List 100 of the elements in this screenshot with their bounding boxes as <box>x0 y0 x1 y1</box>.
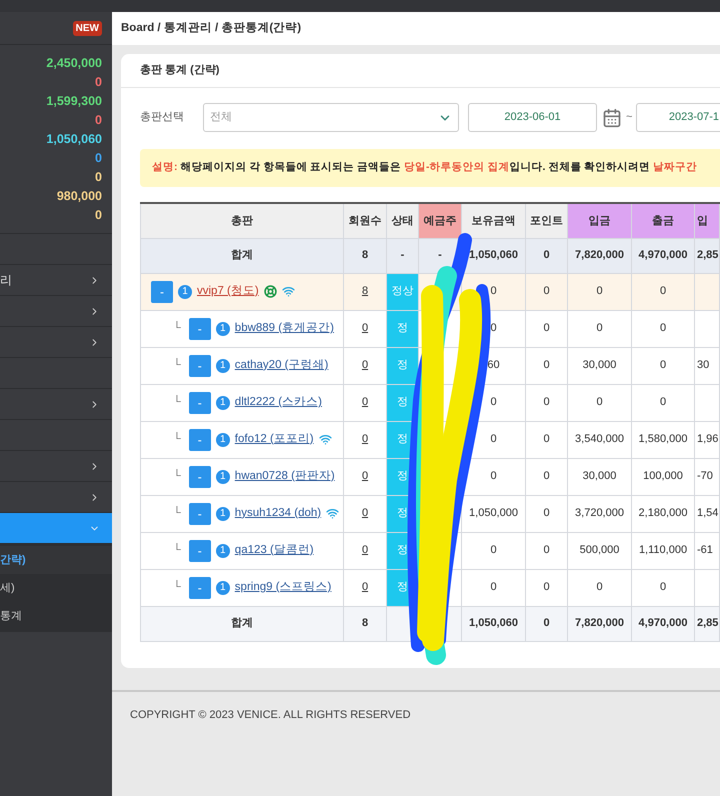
status-badge: 정 <box>387 348 418 384</box>
table-cell: 3,720,000 <box>568 495 632 532</box>
partner-link[interactable]: bbw889 (휴게공간) <box>234 320 334 338</box>
table-cell: - <box>386 238 418 273</box>
level-badge: 1 <box>216 544 230 558</box>
table-cell: 1,54 <box>694 495 720 532</box>
member-count-link[interactable]: 0 <box>362 470 368 482</box>
table-cell: 0 <box>462 532 526 569</box>
partner-link[interactable]: hysuh1234 (doh) <box>234 504 322 522</box>
column-header: 예금주 <box>418 203 462 238</box>
submenu-item[interactable]: 통계 <box>0 602 112 630</box>
tree-branch: └ <box>173 357 181 374</box>
calendar-icon[interactable] <box>602 108 622 128</box>
table-cell: 0 <box>568 310 632 347</box>
new-badge: NEW <box>72 20 102 36</box>
table-cell: 0 <box>526 421 568 458</box>
stat-value: 0 <box>95 112 102 129</box>
table-cell: 100,000 <box>632 458 694 495</box>
stat-value: 0 <box>95 169 102 186</box>
column-header: 출금 <box>632 203 694 238</box>
date-from-field[interactable]: 2023-06-01 <box>468 103 597 132</box>
table-cell: 4,970,000 <box>632 238 694 273</box>
table-cell: 합계 <box>140 238 344 273</box>
table-cell: 7,820,000 <box>568 606 632 641</box>
table-cell: 0 <box>462 458 526 495</box>
table-cell: 0 <box>632 347 694 384</box>
tree-branch: └ <box>173 505 181 522</box>
member-count-link[interactable]: 0 <box>362 359 368 372</box>
table-cell <box>694 310 720 347</box>
tree-branch: └ <box>173 468 181 484</box>
table-cell: -70 <box>694 458 720 495</box>
column-header: 입 <box>694 203 720 238</box>
table-cell: 1,580,000 <box>632 421 694 458</box>
partner-link[interactable]: cathay20 (구렁쇄) <box>234 356 328 374</box>
table-cell: 8 <box>344 238 386 273</box>
level-badge: 1 <box>216 432 230 446</box>
column-header: 포인트 <box>526 203 568 238</box>
table-cell: 2,85 <box>694 238 720 273</box>
stat-value: 1,599,300 <box>46 93 102 110</box>
member-count-link[interactable]: 0 <box>362 433 368 446</box>
partner-link[interactable]: qa123 (달콤런) <box>234 542 314 560</box>
partner-link[interactable]: hwan0728 (판판자) <box>234 468 335 486</box>
table-cell <box>694 273 720 310</box>
table-cell: 0 <box>526 458 568 495</box>
level-badge: 1 <box>216 580 230 594</box>
table-cell: 0 <box>526 384 568 421</box>
menu-item[interactable] <box>0 513 112 544</box>
level-badge: 1 <box>216 358 230 372</box>
table-cell: 500,000 <box>568 532 632 569</box>
notice-text: 설명: 해당페이지의 각 항목들에 표시되는 금액들은 당일-하루동안의 집계입니다. 전체를 확인하시려면 날짜구간 <box>152 160 698 176</box>
tree-branch: └ <box>173 320 181 336</box>
partner-link[interactable]: spring9 (스프링스) <box>234 578 332 596</box>
submenu-item[interactable]: 세) <box>0 574 112 602</box>
tree-branch: └ <box>173 542 181 558</box>
table-cell: 7,820,000 <box>568 238 632 273</box>
card-title: 총판 통계 (간략) <box>140 63 220 78</box>
menu-item[interactable]: 리 <box>0 265 112 296</box>
stat-value: 1,050,060 <box>46 131 102 148</box>
table-cell: 0 <box>526 347 568 384</box>
column-header: 총판 <box>140 203 344 238</box>
table-cell: 1,110,000 <box>632 532 694 569</box>
table-cell: 합계 <box>140 606 344 641</box>
table-cell: 1,050,060 <box>462 238 526 273</box>
table-cell <box>694 384 720 421</box>
member-count-link[interactable]: 0 <box>362 507 368 520</box>
table-cell: 1,050,060 <box>462 606 526 641</box>
submenu-item[interactable]: 간략) <box>0 546 112 574</box>
level-badge: 1 <box>216 470 230 484</box>
level-badge: 1 <box>216 322 230 336</box>
table-cell: 2,85 <box>694 606 720 641</box>
member-count-link[interactable]: 0 <box>362 322 368 334</box>
table-cell: 0 <box>462 569 526 606</box>
level-badge: 1 <box>178 284 192 298</box>
member-count-link[interactable]: 0 <box>362 581 368 594</box>
table-cell: 0 <box>526 569 568 606</box>
table-cell: -61 <box>694 532 720 569</box>
table-cell: 0 <box>632 310 694 347</box>
table-cell: 1,96 <box>694 421 720 458</box>
partner-link[interactable]: dltl2222 (스카스) <box>234 394 322 412</box>
partner-link[interactable]: fofo12 (포포리) <box>234 430 314 448</box>
member-count-link[interactable]: 8 <box>362 285 368 298</box>
date-to-field[interactable]: 2023-07-1 <box>636 103 720 132</box>
table-cell: 0 <box>526 310 568 347</box>
copyright-text: COPYRIGHT © 2023 VENICE. ALL RIGHTS RESERVED <box>130 708 411 720</box>
stat-value: 0 <box>95 74 102 91</box>
member-count-link[interactable]: 0 <box>362 544 368 556</box>
tree-branch: └ <box>173 394 181 410</box>
stat-value: 2,450,000 <box>46 55 102 72</box>
tree-branch: └ <box>173 579 181 596</box>
stat-value: 0 <box>95 207 102 224</box>
breadcrumb: Board / 통계관리 / 총판통계(간략) <box>121 20 302 36</box>
table-cell: 1,050,000 <box>462 495 526 532</box>
column-header: 입금 <box>568 203 632 238</box>
partner-link[interactable]: vvip7 (청도) <box>197 282 259 300</box>
stat-value: 980,000 <box>56 188 102 205</box>
table-cell: 2,180,000 <box>632 495 694 532</box>
member-count-link[interactable]: 0 <box>362 396 368 408</box>
table-cell <box>694 569 720 606</box>
table-cell: 0 <box>526 238 568 273</box>
status-badge: 정 <box>387 310 418 346</box>
